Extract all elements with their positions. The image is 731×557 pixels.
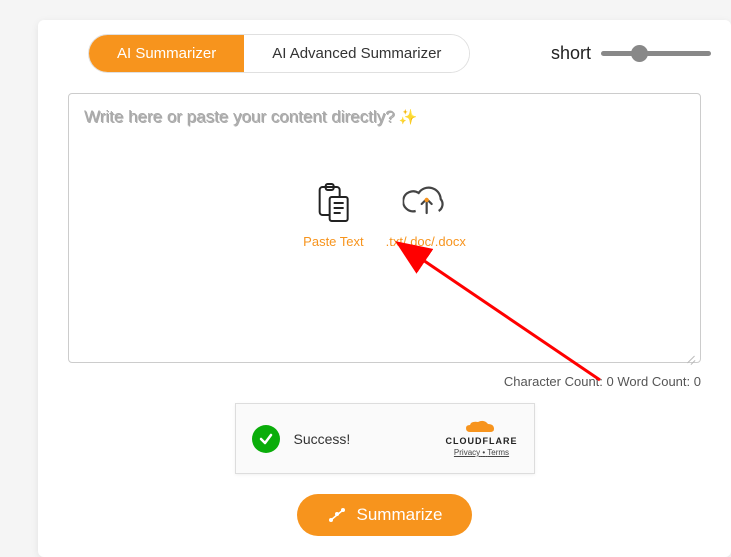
sparkle-dots-icon	[327, 506, 347, 524]
tab-ai-summarizer[interactable]: AI Summarizer	[89, 35, 244, 72]
char-count-label: Character Count:	[504, 374, 603, 389]
paste-text-button[interactable]: Paste Text	[303, 183, 363, 249]
cloudflare-name: CLOUDFLARE	[446, 436, 518, 446]
success-check-icon	[252, 425, 280, 453]
counts-row: Character Count: 0 Word Count: 0	[38, 374, 701, 389]
upload-file-button[interactable]: .txt/.doc/.docx	[386, 183, 466, 249]
captcha-widget: Success! CLOUDFLARE Privacy • Terms	[235, 403, 535, 474]
length-slider-area: short	[551, 43, 711, 64]
captcha-success-text: Success!	[294, 431, 351, 447]
cloudflare-terms-link[interactable]: Terms	[487, 448, 509, 457]
cloudflare-cloud-icon	[464, 420, 500, 436]
paste-text-label: Paste Text	[303, 234, 363, 249]
center-actions: Paste Text .txt/.doc/.docx	[303, 183, 466, 249]
tab-ai-advanced-summarizer[interactable]: AI Advanced Summarizer	[244, 35, 469, 72]
word-count-label: Word Count:	[617, 374, 690, 389]
upload-file-label: .txt/.doc/.docx	[386, 234, 466, 249]
tab-group: AI Summarizer AI Advanced Summarizer	[88, 34, 470, 73]
textarea-container: Write here or paste your content directl…	[68, 93, 701, 368]
length-slider[interactable]	[601, 51, 711, 56]
cloud-upload-icon	[403, 183, 449, 228]
cloudflare-dot: •	[482, 448, 485, 457]
slider-label-short: short	[551, 43, 591, 64]
char-count-value: 0	[607, 374, 614, 389]
slider-thumb[interactable]	[631, 45, 648, 62]
cloudflare-privacy-link[interactable]: Privacy	[454, 448, 480, 457]
summarize-label: Summarize	[357, 505, 443, 525]
cloudflare-brand: CLOUDFLARE Privacy • Terms	[446, 420, 518, 457]
top-bar: AI Summarizer AI Advanced Summarizer sho…	[38, 20, 731, 93]
summarize-button[interactable]: Summarize	[297, 494, 473, 536]
word-count-value: 0	[694, 374, 701, 389]
clipboard-icon	[315, 183, 351, 228]
main-card: AI Summarizer AI Advanced Summarizer sho…	[38, 20, 731, 557]
slider-track	[601, 51, 711, 56]
